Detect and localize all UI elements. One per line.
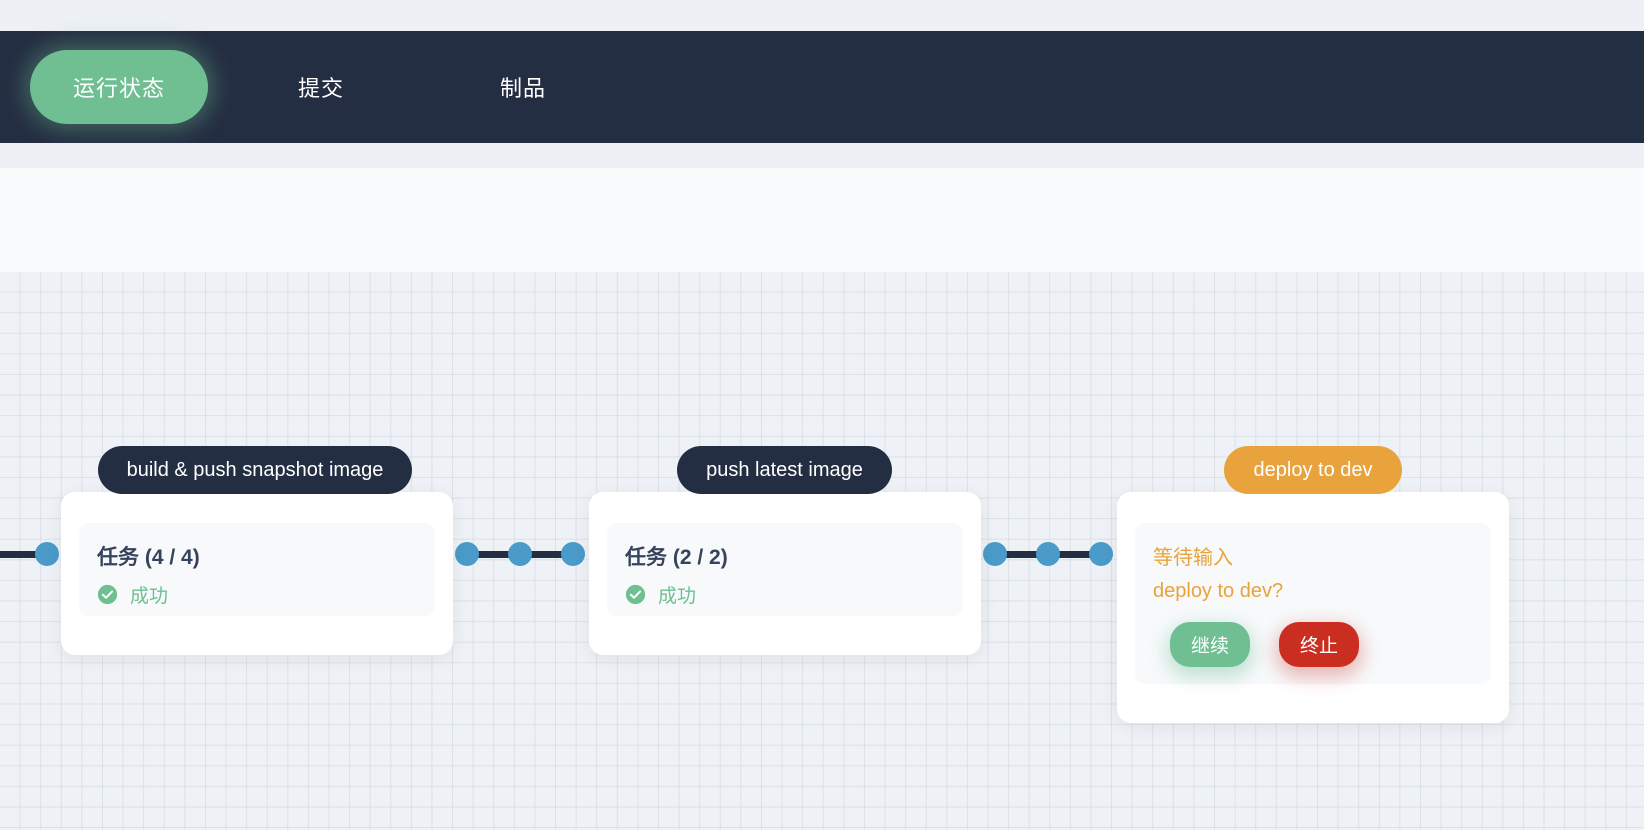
pipeline-stage-deploy-to-dev[interactable]: deploy to dev 等待输入 deploy to dev? 继续 终止 — [1117, 446, 1509, 723]
continue-button[interactable]: 继续 — [1170, 622, 1251, 667]
connector-dot-2c — [1089, 542, 1113, 566]
stage-status-panel: 任务 (2 / 2) 成功 — [607, 523, 963, 616]
abort-button[interactable]: 终止 — [1279, 622, 1360, 667]
stage-status-panel: 任务 (4 / 4) 成功 — [79, 523, 435, 616]
stage-card[interactable]: 任务 (4 / 4) 成功 — [61, 492, 453, 655]
connector-dot-incoming — [35, 542, 59, 566]
tab-run-status[interactable]: 运行状态 — [30, 50, 209, 124]
toolbar-strip — [0, 168, 1644, 272]
stage-action-buttons: 继续 终止 — [1153, 622, 1491, 667]
top-navigation-bar: 运行状态 提交 制品 — [0, 31, 1644, 143]
stage-status-text: 成功 — [130, 586, 169, 607]
pipeline-stage-push-latest[interactable]: push latest image 任务 (2 / 2) 成功 — [589, 446, 981, 655]
connector-dot-2a — [983, 542, 1007, 566]
stage-card[interactable]: 等待输入 deploy to dev? 继续 终止 — [1117, 492, 1509, 723]
stage-status-row: 成功 — [97, 581, 435, 608]
pipeline-canvas[interactable]: build & push snapshot image 任务 (4 / 4) 成… — [0, 272, 1644, 830]
nav-underbar — [0, 143, 1644, 168]
connector-dot-1b — [508, 542, 532, 566]
pipeline-run-page: 运行状态 提交 制品 build & push snapshot image 任… — [0, 0, 1644, 830]
stage-name-pill[interactable]: push latest image — [677, 446, 892, 494]
stage-status-row: 成功 — [625, 581, 963, 608]
stage-name-pill[interactable]: build & push snapshot image — [98, 446, 412, 494]
stage-status-text: 成功 — [658, 586, 697, 607]
stage-task-count: 任务 (4 / 4) — [97, 546, 200, 569]
connector-dot-1c — [561, 542, 585, 566]
pipeline-stage-build-push-snapshot[interactable]: build & push snapshot image 任务 (4 / 4) 成… — [61, 446, 453, 655]
tab-commits[interactable]: 提交 — [298, 71, 344, 103]
stage-name-pill[interactable]: deploy to dev — [1224, 446, 1402, 494]
stage-card[interactable]: 任务 (2 / 2) 成功 — [589, 492, 981, 655]
stage-waiting-question: deploy to dev? — [1153, 580, 1284, 602]
connector-dot-1a — [455, 542, 479, 566]
check-circle-icon — [97, 584, 118, 605]
stage-task-count: 任务 (2 / 2) — [625, 546, 728, 569]
stage-waiting-label: 等待输入 — [1153, 547, 1233, 569]
check-circle-icon — [625, 584, 646, 605]
stage-input-panel: 等待输入 deploy to dev? 继续 终止 — [1135, 523, 1491, 684]
connector-dot-2b — [1036, 542, 1060, 566]
tab-artifacts[interactable]: 制品 — [500, 71, 546, 103]
